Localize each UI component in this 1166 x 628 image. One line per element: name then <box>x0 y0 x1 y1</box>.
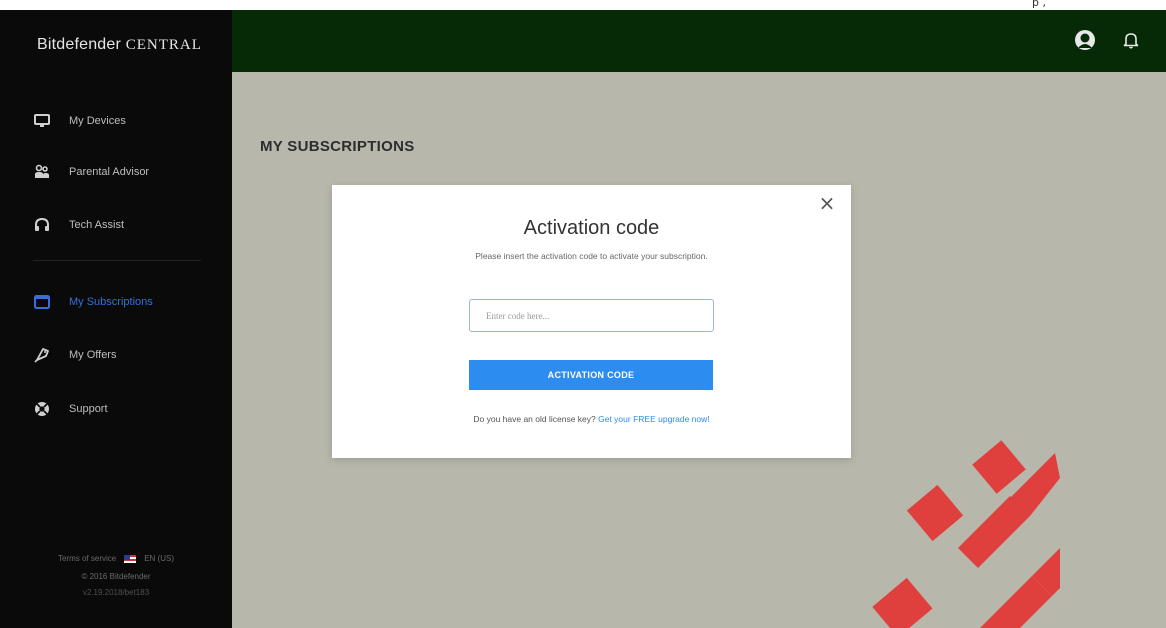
activation-modal: × Activation code Please insert the acti… <box>332 185 851 458</box>
calendar-icon <box>33 293 51 311</box>
top-strip-text: p , <box>1032 0 1046 9</box>
close-button[interactable]: × <box>817 193 837 213</box>
us-flag-icon <box>124 554 137 563</box>
top-strip: p , <box>0 0 1166 10</box>
sidebar-item-label: Parental Advisor <box>69 166 150 178</box>
bell-icon[interactable] <box>1122 31 1140 49</box>
activation-code-button[interactable]: ACTIVATION CODE <box>469 360 713 390</box>
app-root: p , Bitdefender CENTRAL My Devices Paren… <box>0 0 1166 628</box>
terms-link[interactable]: Terms of service <box>58 554 116 563</box>
sidebar-item-label: My Offers <box>69 349 117 361</box>
sidebar-divider <box>33 260 201 261</box>
sidebar-item-tech-assist[interactable]: Tech Assist <box>33 213 124 237</box>
modal-title: Activation code <box>523 217 660 239</box>
user-avatar-icon[interactable] <box>1074 29 1096 51</box>
headset-icon <box>33 216 51 234</box>
upgrade-question: Do you have an old license key? <box>473 414 596 424</box>
sidebar-footer-links: Terms of service EN (US) <box>0 554 232 563</box>
copyright-text: © 2016 Bitdefender <box>81 572 151 581</box>
activation-code-input[interactable] <box>469 299 714 332</box>
monitor-icon <box>33 112 51 130</box>
sidebar-item-label: My Subscriptions <box>69 296 153 308</box>
brand-name: Bitdefender <box>37 36 122 53</box>
lifebuoy-icon <box>33 400 51 418</box>
brand-product: CENTRAL <box>125 37 202 53</box>
sidebar-item-label: Support <box>69 403 108 415</box>
upgrade-note: Do you have an old license key? Get your… <box>332 414 851 424</box>
sidebar-item-my-offers[interactable]: My Offers <box>33 343 116 367</box>
modal-subtitle: Please insert the activation code to act… <box>475 251 708 261</box>
page-title: MY SUBSCRIPTIONS <box>260 138 415 155</box>
language-selector[interactable]: EN (US) <box>144 554 174 563</box>
upgrade-link[interactable]: Get your FREE upgrade now! <box>598 414 710 424</box>
sidebar-item-my-devices[interactable]: My Devices <box>33 109 126 133</box>
sidebar-item-label: Tech Assist <box>69 219 125 231</box>
top-bar <box>232 10 1166 72</box>
family-icon <box>33 163 51 181</box>
sidebar-item-label: My Devices <box>69 115 126 127</box>
tag-icon <box>33 346 51 364</box>
sidebar-item-support[interactable]: Support <box>33 397 108 421</box>
sidebar-item-parental-advisor[interactable]: Parental Advisor <box>33 160 149 184</box>
sidebar-item-my-subscriptions[interactable]: My Subscriptions <box>33 290 153 314</box>
sidebar: Bitdefender CENTRAL My Devices Parental … <box>0 10 232 628</box>
close-icon: × <box>818 191 836 215</box>
version-text: v2.19.2018/bet183 <box>82 588 150 597</box>
brand-logo[interactable]: Bitdefender CENTRAL <box>37 36 202 54</box>
